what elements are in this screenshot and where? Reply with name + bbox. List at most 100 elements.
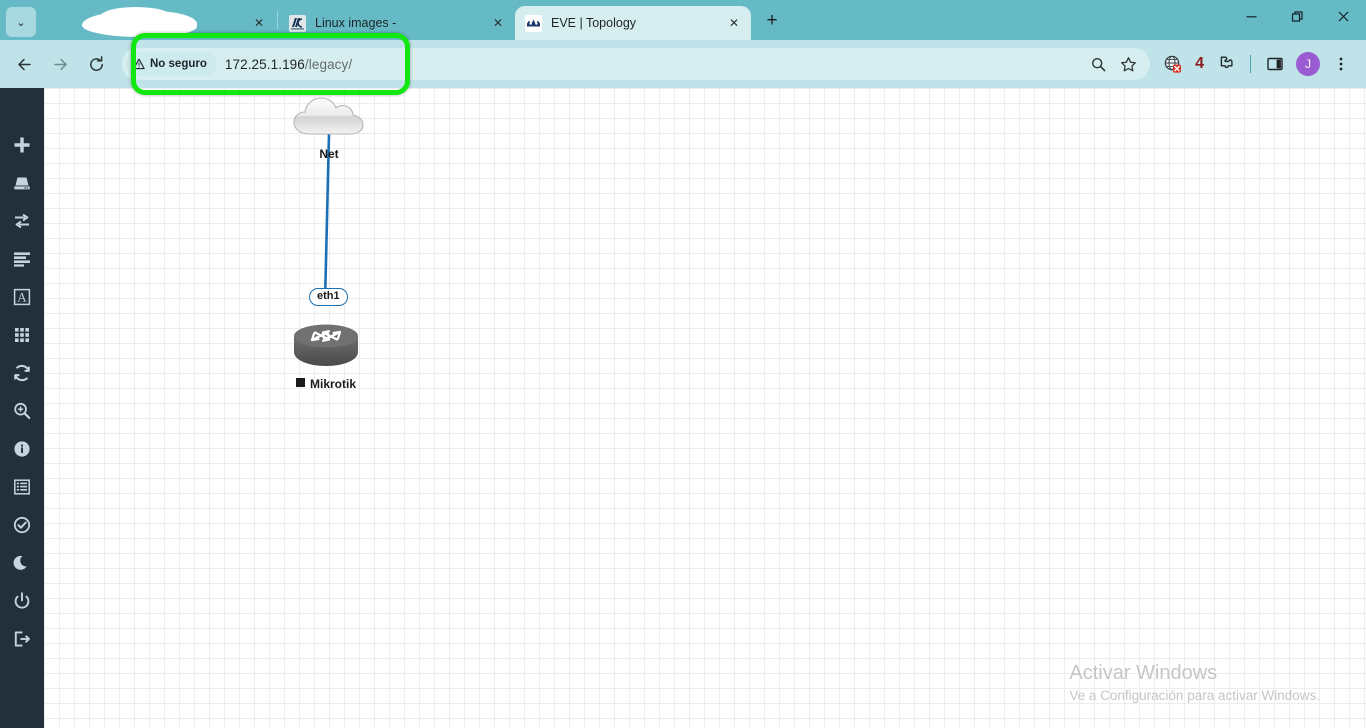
- extensions-button[interactable]: [1211, 49, 1241, 79]
- layers-icon: [14, 252, 30, 267]
- title-bar: ⌄ ✕ Linux images - ✕ EVE | Topology ✕ +: [0, 0, 1366, 40]
- logout-icon: [14, 631, 30, 647]
- windows-activation-watermark: Activar Windows Ve a Configuración para …: [1069, 660, 1320, 706]
- status-badge: [295, 378, 305, 387]
- tab-close-button[interactable]: ✕: [250, 14, 268, 32]
- cloud-icon: [293, 97, 364, 135]
- check-circle-icon: [13, 516, 31, 534]
- address-bar[interactable]: No seguro 172.25.1.196/legacy/: [122, 48, 1151, 80]
- nodes-grid-button[interactable]: [0, 316, 44, 354]
- browser-tab-1[interactable]: ✕: [36, 6, 276, 40]
- tab-close-button[interactable]: ✕: [489, 14, 507, 32]
- grid-icon: [15, 328, 29, 342]
- refresh-icon: [14, 364, 30, 382]
- browser-menu-button[interactable]: [1326, 49, 1356, 79]
- moon-icon: [13, 555, 27, 570]
- info-circle-icon: [14, 441, 30, 457]
- security-label: No seguro: [150, 58, 207, 70]
- zoom-button[interactable]: [0, 392, 44, 430]
- close-icon: [1338, 11, 1348, 21]
- node-label-text: Mikrotik: [309, 377, 356, 391]
- blocked-extension-button[interactable]: [1158, 49, 1188, 79]
- close-button[interactable]: [1320, 0, 1366, 32]
- tab-title: EVE | Topology: [551, 16, 637, 30]
- router-icon: [294, 324, 358, 366]
- add-network-button[interactable]: [0, 164, 44, 202]
- refresh-topology-button[interactable]: [0, 354, 44, 392]
- lab-list-button[interactable]: [0, 468, 44, 506]
- tab-separator: [277, 11, 278, 29]
- watermark-subtitle: Ve a Configuración para activar Windows.: [1069, 688, 1320, 703]
- node-label: Net: [319, 147, 339, 161]
- redaction-blob: [82, 7, 197, 37]
- plus-icon: +: [766, 10, 778, 31]
- linux-images-favicon: [289, 14, 306, 32]
- power-button[interactable]: [0, 582, 44, 620]
- bookmark-button[interactable]: [1114, 50, 1142, 78]
- minimize-button[interactable]: [1228, 0, 1274, 32]
- zoom-button[interactable]: [1084, 50, 1112, 78]
- url-path: /legacy/: [304, 56, 353, 72]
- browser-window: ⌄ ✕ Linux images - ✕ EVE | Topology ✕ + …: [0, 0, 1366, 728]
- status-button[interactable]: [0, 506, 44, 544]
- interface-label-eth1[interactable]: eth1: [309, 288, 348, 306]
- eve-ng-favicon: [525, 14, 542, 32]
- avatar: J: [1296, 52, 1320, 76]
- dark-mode-button[interactable]: [0, 544, 44, 582]
- restore-button[interactable]: [1274, 0, 1320, 32]
- plus-icon: [14, 137, 30, 153]
- list-table-icon: [14, 479, 30, 495]
- star-icon: [1120, 56, 1136, 71]
- tab-search-button[interactable]: ⌄: [6, 7, 36, 37]
- search-icon: [1091, 57, 1105, 71]
- forward-arrow-icon: [53, 58, 67, 70]
- toolbar-separator: [1250, 55, 1251, 73]
- lab-details-button[interactable]: [0, 430, 44, 468]
- warning-triangle-icon: [133, 58, 145, 70]
- url-text: 172.25.1.196/legacy/: [225, 57, 352, 72]
- site-security-chip[interactable]: No seguro: [126, 52, 217, 76]
- node-label: Mikrotik: [290, 377, 362, 391]
- profile-button[interactable]: J: [1293, 49, 1323, 79]
- add-text-button[interactable]: A: [0, 278, 44, 316]
- globe-blocked-icon: [1164, 55, 1182, 73]
- node-net[interactable]: Net: [292, 94, 366, 161]
- omnibox-actions: [1084, 50, 1146, 78]
- restore-icon: [1291, 10, 1303, 22]
- back-arrow-icon: [17, 58, 31, 70]
- browser-toolbar: No seguro 172.25.1.196/legacy/ 4 J: [0, 40, 1366, 88]
- chevron-down-icon: ⌄: [16, 16, 26, 29]
- side-panel-icon: [1267, 57, 1283, 71]
- add-connection-button[interactable]: [0, 202, 44, 240]
- svg-text:A: A: [17, 290, 27, 305]
- text-a-icon: A: [13, 288, 31, 306]
- kebab-menu-icon: [1339, 57, 1343, 71]
- magnifier-plus-icon: [14, 402, 31, 419]
- browser-tab-3[interactable]: EVE | Topology ✕: [515, 6, 751, 40]
- new-tab-button[interactable]: +: [757, 6, 787, 36]
- arrows-lr-icon: [15, 213, 29, 229]
- topology-canvas[interactable]: Net eth1 Mikrotik Activar Windows Ve a C…: [44, 88, 1366, 728]
- forward-button[interactable]: [44, 48, 76, 80]
- watermark-title: Activar Windows: [1069, 662, 1218, 684]
- notification-count[interactable]: 4: [1191, 55, 1208, 73]
- minimize-icon: [1246, 15, 1256, 17]
- node-mikrotik[interactable]: Mikrotik: [290, 322, 362, 391]
- window-controls: [1228, 0, 1366, 40]
- page-content: A Net eth1 Mikrotik Activar Windows Ve a…: [0, 88, 1366, 728]
- power-icon: [14, 592, 30, 609]
- logout-button[interactable]: [0, 620, 44, 658]
- side-panel-button[interactable]: [1260, 49, 1290, 79]
- toolbar-actions: 4 J: [1158, 49, 1356, 79]
- browser-tab-2[interactable]: Linux images - ✕: [279, 6, 515, 40]
- add-picture-button[interactable]: [0, 240, 44, 278]
- add-node-button[interactable]: [0, 126, 44, 164]
- tab-strip: ⌄ ✕ Linux images - ✕ EVE | Topology ✕ +: [0, 0, 1228, 40]
- puzzle-icon: [1220, 56, 1233, 69]
- eve-sidebar: A: [0, 88, 44, 728]
- url-host: 172.25.1.196: [224, 56, 305, 72]
- back-button[interactable]: [8, 48, 40, 80]
- tab-close-button[interactable]: ✕: [725, 14, 743, 32]
- server-icon: [14, 177, 30, 190]
- reload-button[interactable]: [80, 48, 112, 80]
